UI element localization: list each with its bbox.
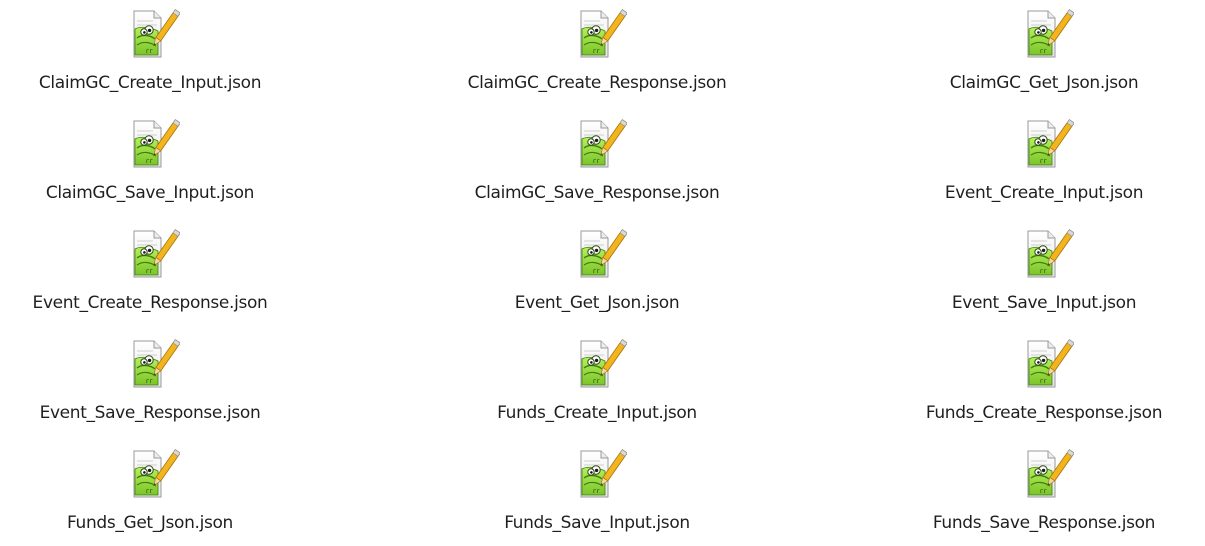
notepad-plus-plus-file-icon: ᴦᴦ — [567, 335, 627, 395]
svg-text:ᴦᴦ: ᴦᴦ — [593, 268, 600, 275]
file-item[interactable]: ᴦᴦ Event_Get_Json.json — [427, 225, 767, 325]
svg-text:ᴦᴦ: ᴦᴦ — [1040, 378, 1047, 385]
file-name: Funds_Save_Response.json — [932, 513, 1156, 533]
notepad-plus-plus-file-icon: ᴦᴦ — [120, 445, 180, 505]
file-name: Funds_Create_Response.json — [925, 403, 1163, 423]
file-item[interactable]: ᴦᴦ Event_Create_Response.json — [0, 225, 320, 325]
file-item[interactable]: ᴦᴦ ClaimGC_Create_Input.json — [0, 5, 320, 105]
notepad-plus-plus-file-icon: ᴦᴦ — [567, 225, 627, 285]
svg-text:ᴦᴦ: ᴦᴦ — [146, 268, 153, 275]
svg-text:ᴦᴦ: ᴦᴦ — [593, 378, 600, 385]
file-item[interactable]: ᴦᴦ ClaimGC_Create_Response.json — [427, 5, 767, 105]
file-item[interactable]: ᴦᴦ ClaimGC_Save_Input.json — [0, 115, 320, 215]
file-item[interactable]: ᴦᴦ Funds_Save_Response.json — [874, 445, 1205, 545]
svg-text:ᴦᴦ: ᴦᴦ — [146, 378, 153, 385]
svg-text:ᴦᴦ: ᴦᴦ — [146, 488, 153, 495]
notepad-plus-plus-file-icon: ᴦᴦ — [1014, 445, 1074, 505]
svg-text:ᴦᴦ: ᴦᴦ — [593, 488, 600, 495]
file-item[interactable]: ᴦᴦ ClaimGC_Get_Json.json — [874, 5, 1205, 105]
file-name: Event_Get_Json.json — [514, 293, 680, 313]
file-item[interactable]: ᴦᴦ Event_Save_Response.json — [0, 335, 320, 435]
file-name: ClaimGC_Create_Response.json — [467, 73, 727, 93]
file-name: Event_Create_Input.json — [944, 183, 1144, 203]
file-name: Event_Create_Response.json — [32, 293, 268, 313]
notepad-plus-plus-file-icon: ᴦᴦ — [120, 115, 180, 175]
svg-text:ᴦᴦ: ᴦᴦ — [1040, 158, 1047, 165]
svg-text:ᴦᴦ: ᴦᴦ — [1040, 488, 1047, 495]
file-item[interactable]: ᴦᴦ Funds_Create_Response.json — [874, 335, 1205, 435]
svg-text:ᴦᴦ: ᴦᴦ — [1040, 268, 1047, 275]
file-name: ClaimGC_Get_Json.json — [949, 73, 1139, 93]
file-name: Funds_Save_Input.json — [504, 513, 690, 533]
file-item[interactable]: ᴦᴦ Funds_Get_Json.json — [0, 445, 320, 545]
notepad-plus-plus-file-icon: ᴦᴦ — [567, 115, 627, 175]
file-name: ClaimGC_Save_Response.json — [474, 183, 720, 203]
notepad-plus-plus-file-icon: ᴦᴦ — [120, 225, 180, 285]
file-item[interactable]: ᴦᴦ Funds_Save_Input.json — [427, 445, 767, 545]
svg-text:ᴦᴦ: ᴦᴦ — [146, 158, 153, 165]
file-item[interactable]: ᴦᴦ ClaimGC_Save_Response.json — [427, 115, 767, 215]
file-name: Event_Save_Input.json — [951, 293, 1137, 313]
svg-text:ᴦᴦ: ᴦᴦ — [146, 48, 153, 55]
notepad-plus-plus-file-icon: ᴦᴦ — [1014, 335, 1074, 395]
svg-text:ᴦᴦ: ᴦᴦ — [1040, 48, 1047, 55]
notepad-plus-plus-file-icon: ᴦᴦ — [1014, 115, 1074, 175]
notepad-plus-plus-file-icon: ᴦᴦ — [120, 335, 180, 395]
notepad-plus-plus-file-icon: ᴦᴦ — [567, 5, 627, 65]
notepad-plus-plus-file-icon: ᴦᴦ — [1014, 5, 1074, 65]
file-item[interactable]: ᴦᴦ Event_Create_Input.json — [874, 115, 1205, 215]
file-name: Event_Save_Response.json — [39, 403, 261, 423]
file-item[interactable]: ᴦᴦ Funds_Create_Input.json — [427, 335, 767, 435]
file-grid: ᴦᴦ ClaimGC_Create_Input.json ᴦᴦ ClaimGC_… — [0, 0, 1205, 546]
file-name: Funds_Get_Json.json — [67, 513, 233, 533]
file-name: Funds_Create_Input.json — [497, 403, 697, 423]
notepad-plus-plus-file-icon: ᴦᴦ — [1014, 225, 1074, 285]
svg-text:ᴦᴦ: ᴦᴦ — [593, 158, 600, 165]
file-name: ClaimGC_Save_Input.json — [45, 183, 255, 203]
file-item[interactable]: ᴦᴦ Event_Save_Input.json — [874, 225, 1205, 325]
file-name: ClaimGC_Create_Input.json — [38, 73, 262, 93]
notepad-plus-plus-file-icon: ᴦᴦ — [567, 445, 627, 505]
svg-text:ᴦᴦ: ᴦᴦ — [593, 48, 600, 55]
notepad-plus-plus-file-icon: ᴦᴦ — [120, 5, 180, 65]
